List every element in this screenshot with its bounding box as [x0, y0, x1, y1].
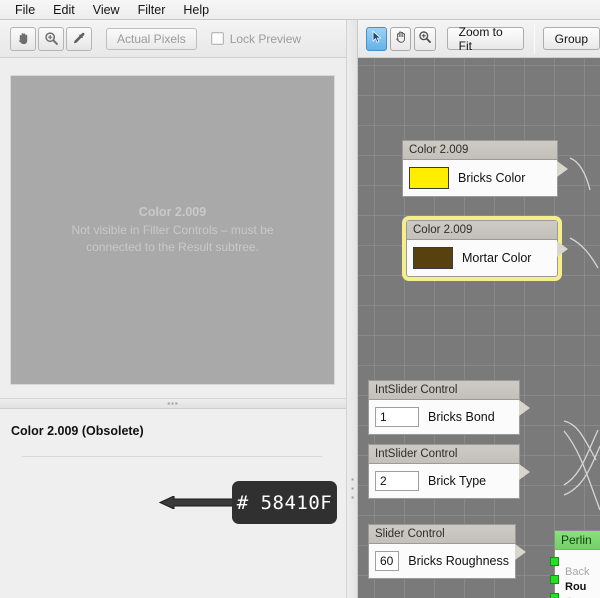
- node-header: Perlin: [555, 531, 600, 550]
- node-color-swatch[interactable]: [413, 247, 453, 269]
- node-body: Bricks Color: [403, 160, 557, 196]
- node-body: 2 Brick Type: [369, 464, 519, 498]
- zoom-to-fit-button[interactable]: Zoom to Fit: [446, 25, 524, 53]
- node-label: Bricks Roughness: [408, 554, 509, 568]
- preview-toolbar: Actual Pixels Lock Preview: [0, 20, 346, 58]
- preview-message: Color 2.009 Not visible in Filter Contro…: [71, 204, 273, 256]
- hand-tool-button[interactable]: [10, 26, 36, 51]
- node-bricks-color[interactable]: Color 2.009 Bricks Color: [402, 140, 568, 197]
- graph-panel: Zoom to Fit Group Color 2.009 Bricks Col…: [358, 20, 600, 598]
- properties-title: Color 2.009 (Obsolete): [11, 424, 144, 438]
- eyedropper-icon: [72, 31, 87, 46]
- node-output-port[interactable]: [557, 160, 568, 177]
- menu-item-help[interactable]: Help: [174, 1, 218, 19]
- node-bricks-bond[interactable]: IntSlider Control 1 Bricks Bond: [368, 380, 530, 435]
- node-body: Back Rou C: [550, 550, 600, 598]
- cursor-arrow-icon: [370, 30, 384, 47]
- pan-tool-button[interactable]: [390, 26, 412, 51]
- lock-preview-checkbox-box[interactable]: [210, 32, 224, 45]
- node-label: Bricks Color: [458, 171, 526, 185]
- node-output-port[interactable]: [519, 463, 530, 480]
- node-output-port[interactable]: [557, 240, 568, 257]
- zoom-tool-button[interactable]: [38, 26, 64, 51]
- node-output-port[interactable]: [519, 399, 530, 416]
- wire-bricks-color: [569, 157, 591, 191]
- color-hex-callout: # 58410F: [232, 481, 337, 524]
- preview-message-title: Color 2.009: [138, 205, 207, 219]
- node-input-port[interactable]: [550, 557, 559, 566]
- node-header: IntSlider Control: [369, 381, 519, 400]
- menu-item-file[interactable]: File: [6, 1, 44, 19]
- group-button[interactable]: Group: [542, 27, 600, 50]
- preview-message-line2: connected to the Result subtree.: [86, 240, 259, 254]
- magnifier-icon: [418, 30, 432, 47]
- node-header: Color 2.009: [403, 141, 557, 160]
- node-label: Bricks Bond: [428, 410, 495, 424]
- node-value-input[interactable]: 2: [375, 471, 419, 491]
- vertical-splitter-grip-icon: ▪▪▪: [348, 475, 357, 502]
- menu-item-filter[interactable]: Filter: [129, 1, 175, 19]
- node-header: Color 2.009: [407, 221, 557, 240]
- splitter-grip-icon: ▪▪▪: [167, 398, 179, 408]
- magnifier-icon: [44, 31, 59, 46]
- node-header: IntSlider Control: [369, 445, 519, 464]
- node-input-port[interactable]: [550, 575, 559, 584]
- graph-zoom-tool-button[interactable]: [414, 26, 436, 51]
- eyedropper-tool-button[interactable]: [66, 26, 92, 51]
- preview-canvas[interactable]: Color 2.009 Not visible in Filter Contro…: [10, 75, 335, 385]
- node-header: Slider Control: [369, 525, 515, 544]
- toolbar-separator: [533, 23, 535, 54]
- actual-pixels-button[interactable]: Actual Pixels: [106, 27, 197, 50]
- node-body: Mortar Color: [407, 240, 557, 276]
- vertical-splitter[interactable]: ▪▪▪: [346, 20, 358, 598]
- node-label: Mortar Color: [462, 251, 532, 265]
- node-value-input[interactable]: 1: [375, 407, 419, 427]
- lock-preview-label: Lock Preview: [229, 31, 302, 46]
- node-row-label: Rou: [565, 581, 587, 593]
- graph-canvas[interactable]: Color 2.009 Bricks Color Color 2.009 Mor…: [358, 58, 600, 598]
- menu-item-edit[interactable]: Edit: [44, 1, 84, 19]
- hand-icon: [16, 31, 31, 46]
- left-panel: Actual Pixels Lock Preview Color 2.009 N…: [0, 20, 346, 598]
- node-input-port[interactable]: [550, 593, 559, 598]
- preview-area: Color 2.009 Not visible in Filter Contro…: [0, 58, 346, 427]
- node-row-label: Back: [565, 566, 590, 578]
- node-color-swatch[interactable]: [409, 167, 449, 189]
- node-perlin[interactable]: Perlin Back Rou C: [550, 530, 600, 598]
- node-brick-type[interactable]: IntSlider Control 2 Brick Type: [368, 444, 530, 499]
- preview-message-line1: Not visible in Filter Controls – must be: [71, 223, 274, 237]
- horizontal-splitter[interactable]: ▪▪▪: [0, 398, 346, 409]
- node-value-input[interactable]: 60: [375, 551, 400, 571]
- node-body: 60 Bricks Roughness: [369, 544, 515, 578]
- application-window: File Edit View Filter Help Actual Pixels…: [0, 0, 600, 598]
- node-mortar-color[interactable]: Color 2.009 Mortar Color: [402, 216, 568, 281]
- callout-arrow-icon: [158, 496, 236, 509]
- node-label: Brick Type: [428, 474, 487, 488]
- node-output-port[interactable]: [515, 543, 526, 560]
- hand-icon: [394, 30, 408, 47]
- node-body: 1 Bricks Bond: [369, 400, 519, 434]
- properties-divider-top: [22, 456, 322, 457]
- node-bricks-roughness[interactable]: Slider Control 60 Bricks Roughness: [368, 524, 526, 579]
- menu-item-view[interactable]: View: [84, 1, 129, 19]
- graph-wires: [559, 157, 600, 571]
- menu-bar: File Edit View Filter Help: [0, 0, 600, 20]
- select-tool-button[interactable]: [366, 26, 388, 51]
- lock-preview-checkbox[interactable]: Lock Preview: [210, 31, 302, 46]
- graph-toolbar: Zoom to Fit Group: [358, 20, 600, 58]
